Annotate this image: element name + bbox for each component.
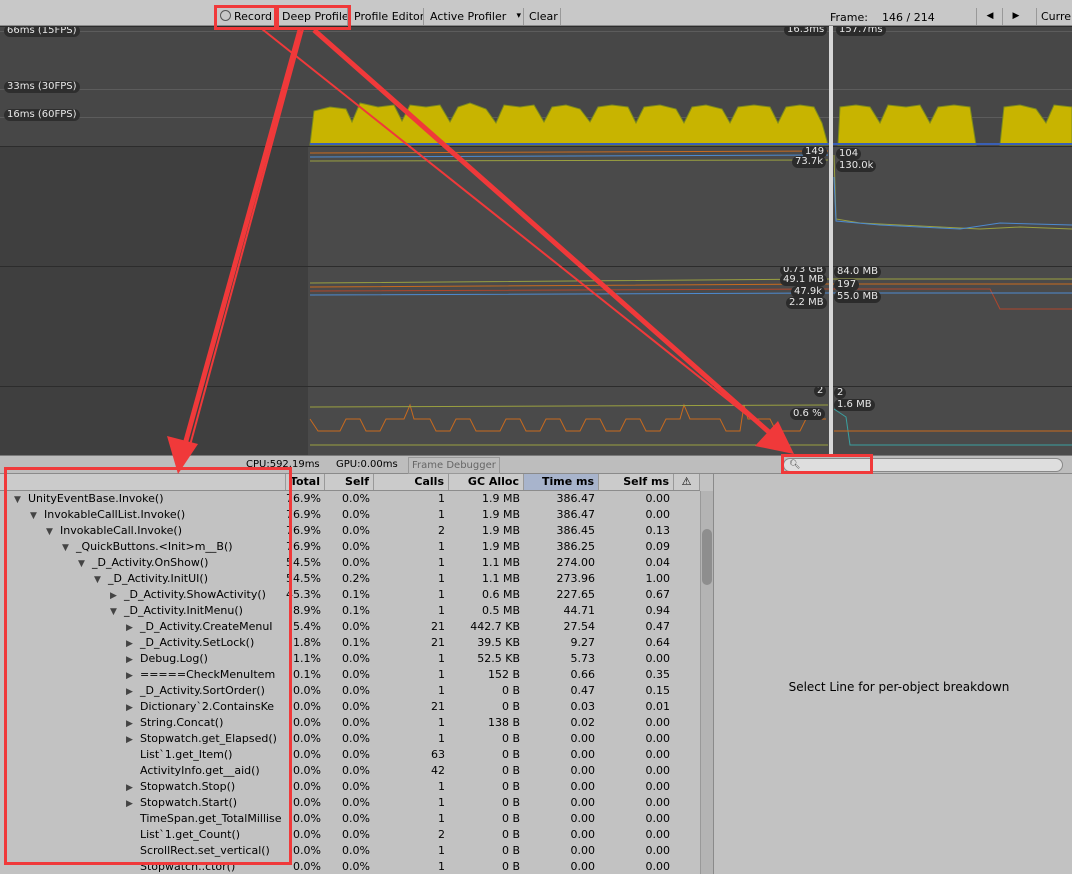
thick-arrow-to-search: [312, 28, 772, 435]
arrowhead-hierarchy: [167, 436, 198, 474]
thick-arrow-to-hierarchy: [181, 29, 303, 449]
thin-arrow-to-search: [261, 28, 787, 447]
annotation-arrows: [167, 28, 794, 474]
thin-arrow-to-hierarchy: [185, 28, 304, 461]
